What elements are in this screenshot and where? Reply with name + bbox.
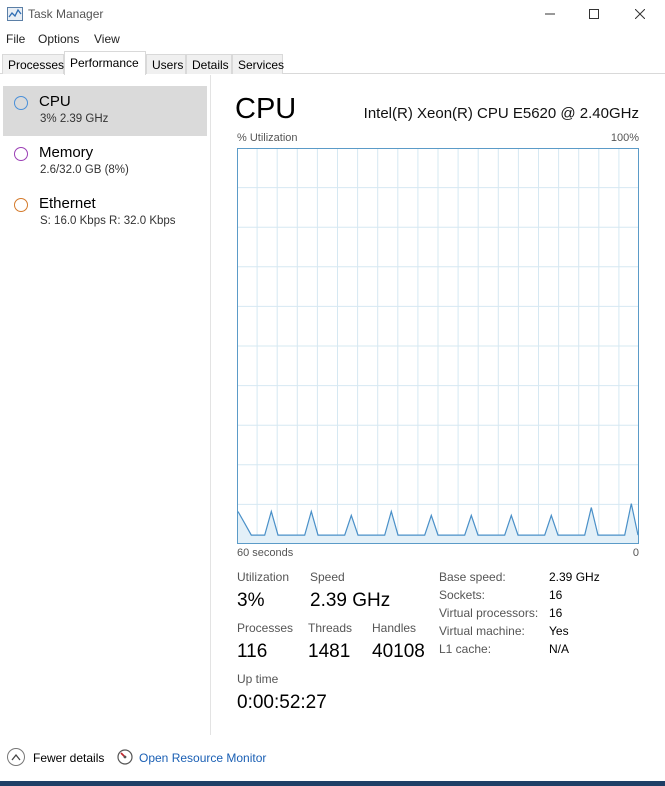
tab-services[interactable]: Services	[232, 54, 284, 74]
threads-value: 1481	[308, 641, 351, 662]
cpu-indicator-icon	[14, 96, 28, 110]
performance-sidebar: CPU 3% 2.39 GHz Memory 2.6/32.0 GB (8%) …	[0, 75, 211, 735]
chart-max-label: 100%	[610, 132, 639, 144]
sidebar-item-ethernet[interactable]: Ethernet S: 16.0 Kbps R: 32.0 Kbps	[3, 188, 207, 238]
virtual-processors-value: 16	[549, 606, 563, 620]
menu-view[interactable]: View	[94, 32, 120, 46]
tab-processes[interactable]: Processes	[2, 54, 64, 74]
chart-y-label: % Utilization	[237, 132, 298, 144]
chart-min-label: 0	[632, 547, 639, 559]
title-bar: Task Manager	[0, 0, 665, 28]
utilization-value: 3%	[237, 590, 265, 611]
threads-label: Threads	[308, 621, 353, 635]
uptime-value: 0:00:52:27	[237, 692, 327, 713]
cpu-utilization-chart	[237, 148, 639, 544]
minimize-button[interactable]	[527, 0, 573, 28]
menu-file[interactable]: File	[6, 32, 25, 46]
handles-label: Handles	[372, 621, 417, 635]
footer-bar: Fewer details Open Resource Monitor	[0, 744, 665, 772]
sidebar-item-detail: 2.6/32.0 GB (8%)	[40, 164, 129, 176]
resource-monitor-icon	[117, 749, 133, 765]
virtual-processors-label: Virtual processors:	[439, 606, 539, 620]
sockets-value: 16	[549, 588, 563, 602]
close-icon	[635, 9, 645, 19]
processes-value: 116	[237, 641, 268, 662]
window-title: Task Manager	[28, 7, 104, 21]
fewer-details-link[interactable]: Fewer details	[33, 751, 104, 765]
sidebar-item-label: Ethernet	[39, 195, 96, 212]
chevron-up-icon	[11, 753, 21, 761]
menu-bar: File Options View	[0, 29, 665, 49]
maximize-button[interactable]	[571, 0, 617, 28]
tab-details[interactable]: Details	[186, 54, 232, 74]
processes-label: Processes	[237, 621, 294, 635]
minimize-icon	[545, 13, 555, 15]
sidebar-item-label: Memory	[39, 144, 94, 161]
sidebar-item-detail: S: 16.0 Kbps R: 32.0 Kbps	[40, 215, 176, 227]
sidebar-item-detail: 3% 2.39 GHz	[40, 113, 109, 125]
tab-performance[interactable]: Performance	[64, 51, 146, 75]
chart-x-label: 60 seconds	[237, 547, 294, 559]
tab-bar: Processes Performance Users Details Serv…	[0, 51, 665, 75]
sidebar-item-label: CPU	[39, 93, 71, 110]
sockets-label: Sockets:	[439, 588, 486, 602]
ethernet-indicator-icon	[14, 198, 28, 212]
sidebar-item-cpu[interactable]: CPU 3% 2.39 GHz	[3, 86, 207, 136]
taskbar-edge	[0, 781, 665, 786]
open-resource-monitor-link[interactable]: Open Resource Monitor	[139, 751, 266, 765]
virtual-machine-value: Yes	[549, 624, 569, 638]
task-manager-icon	[7, 7, 23, 21]
handles-value: 40108	[372, 641, 425, 662]
base-speed-value: 2.39 GHz	[549, 570, 600, 584]
utilization-label: Utilization	[237, 570, 290, 584]
close-button[interactable]	[617, 0, 663, 28]
l1-cache-value: N/A	[549, 642, 570, 656]
speed-value: 2.39 GHz	[310, 590, 391, 611]
fewer-details-button[interactable]	[7, 748, 25, 766]
memory-indicator-icon	[14, 147, 28, 161]
speed-label: Speed	[310, 570, 345, 584]
virtual-machine-label: Virtual machine:	[439, 624, 525, 638]
tab-users[interactable]: Users	[146, 54, 186, 74]
menu-options[interactable]: Options	[38, 32, 79, 46]
sidebar-item-memory[interactable]: Memory 2.6/32.0 GB (8%)	[3, 137, 207, 187]
cpu-panel: CPU Intel(R) Xeon(R) CPU E5620 @ 2.40GHz…	[225, 75, 655, 735]
uptime-label: Up time	[237, 672, 279, 686]
base-speed-label: Base speed:	[439, 570, 506, 584]
page-title: CPU	[235, 93, 297, 125]
maximize-icon	[589, 9, 599, 19]
cpu-model: Intel(R) Xeon(R) CPU E5620 @ 2.40GHz	[363, 105, 639, 122]
l1-cache-label: L1 cache:	[439, 642, 492, 656]
